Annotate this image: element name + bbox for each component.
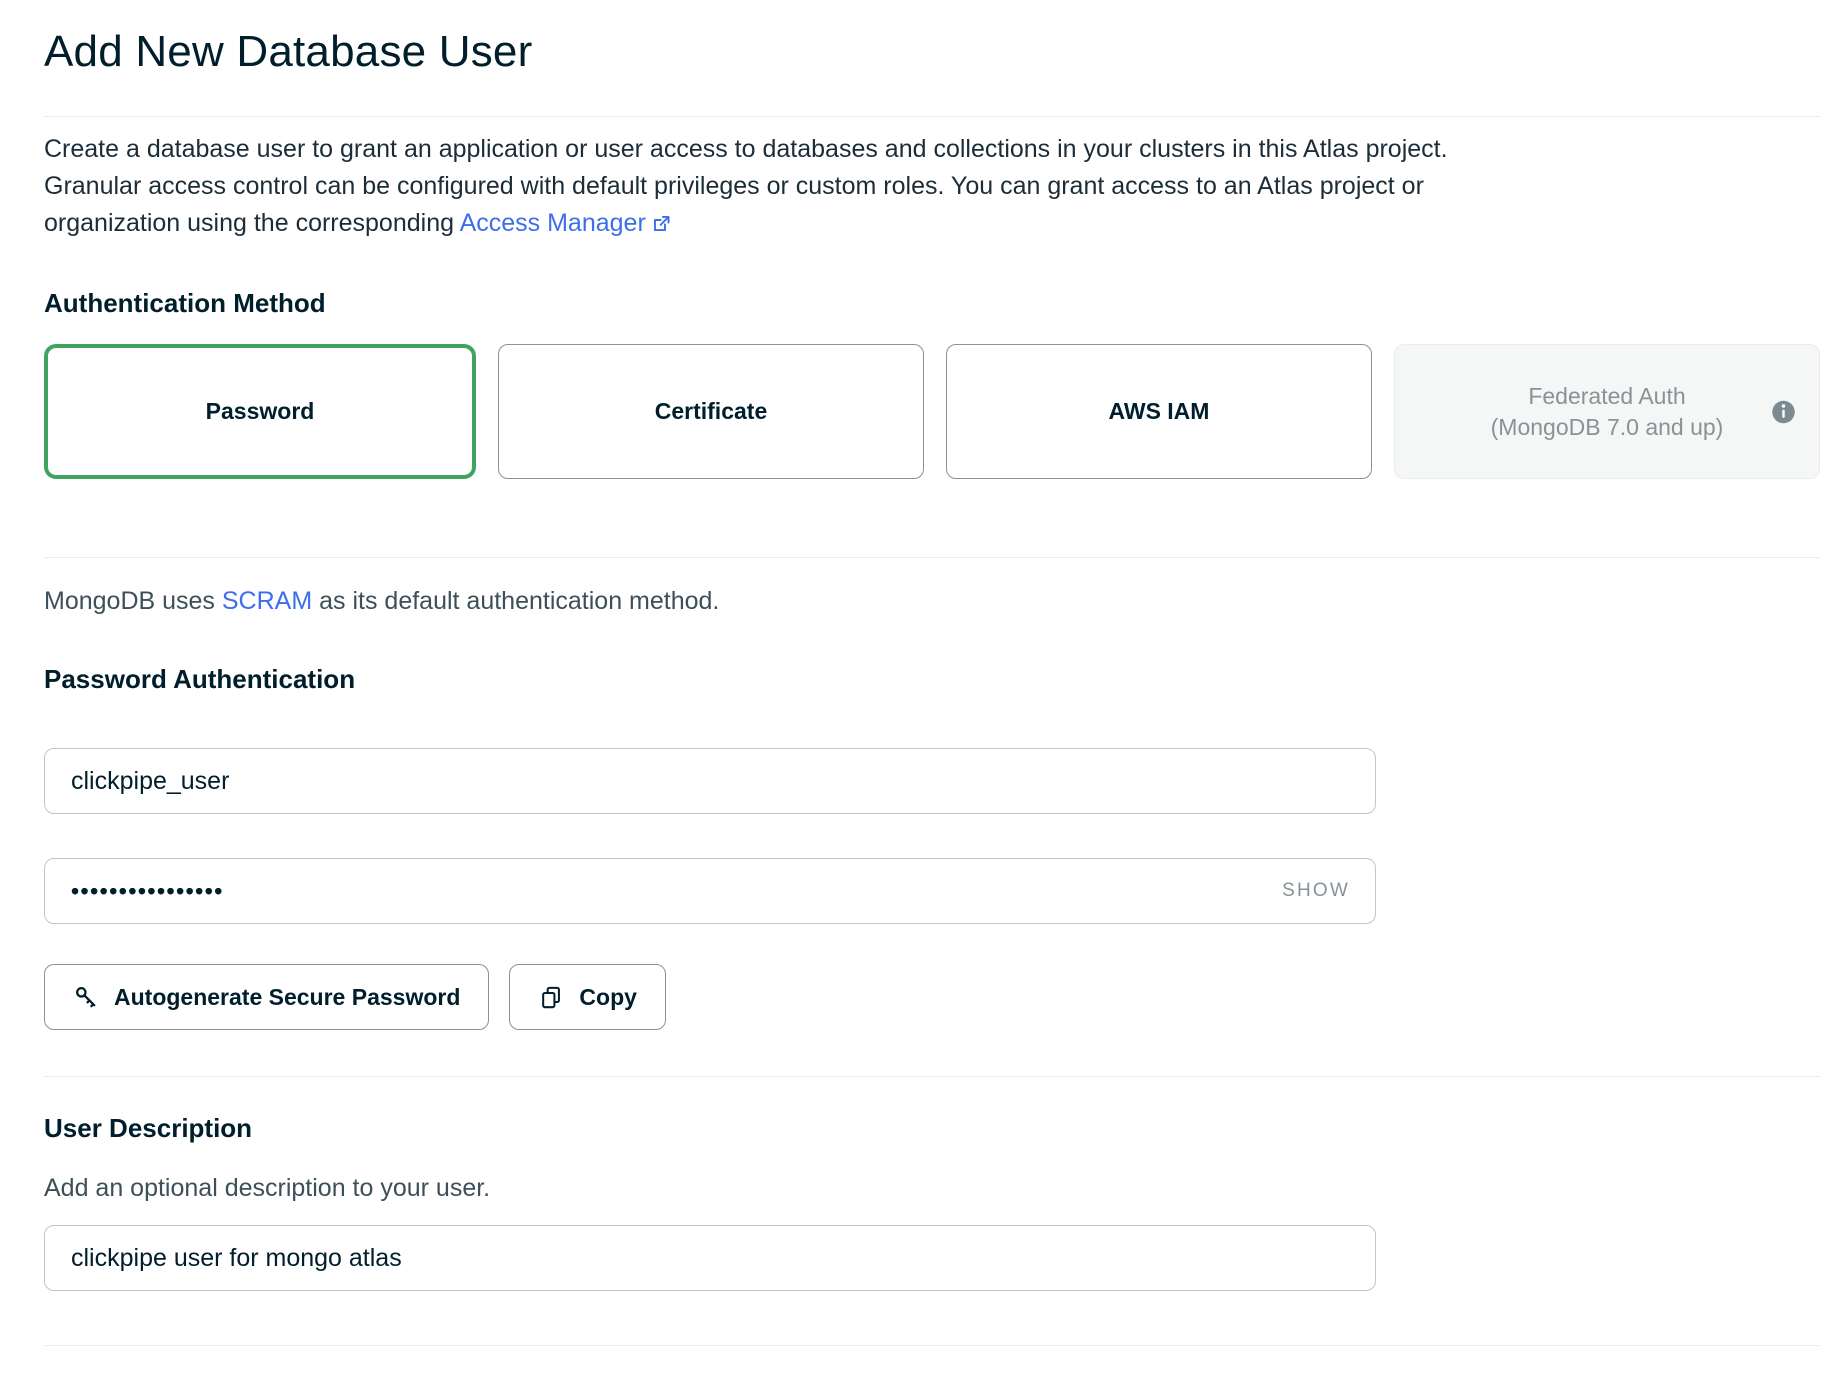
user-description-input[interactable] — [44, 1225, 1376, 1291]
auth-card-password-label: Password — [206, 398, 315, 425]
auth-card-password[interactable]: Password — [44, 344, 476, 479]
copy-password-button[interactable]: Copy — [509, 964, 666, 1030]
intro-paragraph: Create a database user to grant an appli… — [44, 131, 1536, 242]
divider — [44, 557, 1820, 558]
divider — [44, 116, 1820, 117]
user-description-heading: User Description — [44, 1113, 1820, 1143]
auth-card-federated-auth: Federated Auth (MongoDB 7.0 and up) — [1394, 344, 1820, 479]
access-manager-link[interactable]: Access Manager — [460, 209, 672, 237]
intro-text: Create a database user to grant an appli… — [44, 135, 1448, 237]
password-input[interactable] — [44, 858, 1376, 924]
password-buttons-row: Autogenerate Secure Password Copy — [44, 964, 1820, 1030]
page-title: Add New Database User — [44, 26, 1820, 78]
scram-link[interactable]: SCRAM — [222, 587, 312, 615]
auth-card-aws-iam[interactable]: AWS IAM — [946, 344, 1372, 479]
scram-note-after: as its default authentication method. — [312, 587, 719, 615]
auth-card-certificate-label: Certificate — [655, 398, 767, 425]
external-link-icon — [651, 213, 672, 234]
divider — [44, 1076, 1820, 1077]
auth-card-federated-label: Federated Auth (MongoDB 7.0 and up) — [1491, 381, 1724, 443]
federated-label-line2: (MongoDB 7.0 and up) — [1491, 414, 1724, 440]
authentication-method-heading: Authentication Method — [44, 288, 1820, 318]
add-database-user-form: Add New Database User Create a database … — [0, 26, 1846, 1346]
copy-button-label: Copy — [579, 984, 637, 1011]
access-manager-link-label: Access Manager — [460, 209, 646, 237]
user-description-subtext: Add an optional description to your user… — [44, 1173, 1820, 1203]
info-circle-icon[interactable] — [1770, 398, 1797, 425]
auth-card-certificate[interactable]: Certificate — [498, 344, 924, 479]
show-password-button[interactable]: SHOW — [1282, 880, 1350, 902]
auth-method-cards: Password Certificate AWS IAM Federated A… — [44, 344, 1820, 479]
federated-label-line1: Federated Auth — [1528, 383, 1685, 409]
divider — [44, 1345, 1820, 1346]
key-icon — [73, 984, 100, 1011]
password-authentication-heading: Password Authentication — [44, 664, 1820, 694]
password-field-wrap: SHOW — [44, 858, 1376, 924]
scram-note-before: MongoDB uses — [44, 587, 222, 615]
auth-card-aws-iam-label: AWS IAM — [1109, 398, 1210, 425]
copy-icon — [538, 984, 565, 1011]
scram-note: MongoDB uses SCRAM as its default authen… — [44, 586, 1820, 616]
autogenerate-password-label: Autogenerate Secure Password — [114, 984, 460, 1011]
autogenerate-password-button[interactable]: Autogenerate Secure Password — [44, 964, 489, 1030]
username-input[interactable] — [44, 748, 1376, 814]
